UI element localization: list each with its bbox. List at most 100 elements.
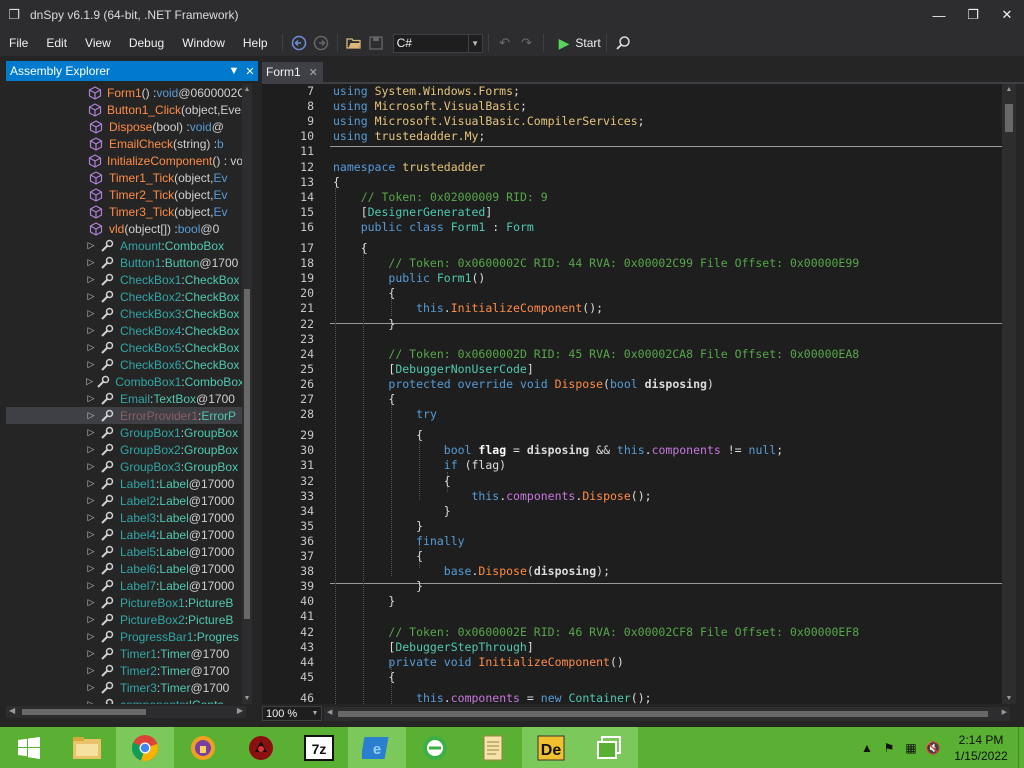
menu-debug[interactable]: Debug	[120, 30, 173, 56]
menu-file[interactable]: File	[0, 30, 37, 56]
expand-arrow-icon[interactable]: ▷	[86, 580, 96, 591]
tree-item[interactable]: ▷ Label6 : Label @17000	[6, 560, 244, 577]
tree-item[interactable]: InitializeComponent() : void	[6, 152, 244, 169]
tree-item[interactable]: ▷ Email : TextBox @1700	[6, 390, 244, 407]
code-line[interactable]: 29 {	[262, 428, 1002, 443]
panel-menu-icon[interactable]: ▼	[226, 65, 242, 77]
code-line[interactable]: 37 {	[262, 549, 1002, 564]
expand-arrow-icon[interactable]: ▷	[86, 393, 96, 404]
tree-item[interactable]: ▷ GroupBox1 : GroupBox	[6, 424, 244, 441]
expand-arrow-icon[interactable]: ▷	[86, 495, 96, 506]
expand-arrow-icon[interactable]: ▷	[86, 410, 96, 421]
expand-arrow-icon[interactable]: ▷	[86, 240, 96, 251]
tree-item[interactable]: Form1() : void @0600002C	[6, 84, 244, 101]
tree-item[interactable]: ▷ GroupBox2 : GroupBox	[6, 441, 244, 458]
menu-window[interactable]: Window	[173, 30, 234, 56]
tree-item[interactable]: ▷ ErrorProvider1 : ErrorP	[6, 407, 244, 424]
expand-arrow-icon[interactable]: ▷	[86, 444, 96, 455]
tree-item[interactable]: ▷ CheckBox6 : CheckBox	[6, 356, 244, 373]
scroll-thumb[interactable]	[338, 710, 988, 717]
windows-start-icon[interactable]	[0, 727, 58, 768]
expand-arrow-icon[interactable]: ▷	[86, 308, 96, 319]
editor-horizontal-scrollbar[interactable]: ◀ ▶	[324, 706, 1010, 721]
tree-item[interactable]: Button1_Click(object, EventArgs	[6, 101, 244, 118]
code-line[interactable]: 45 {	[262, 670, 1002, 685]
code-line[interactable]: 34 }	[262, 504, 1002, 519]
code-line[interactable]: 24 // Token: 0x0600002D RID: 45 RVA: 0x0…	[262, 347, 1002, 362]
save-icon[interactable]	[365, 32, 387, 54]
code-line[interactable]: 7 using System.Windows.Forms;	[262, 84, 1002, 99]
code-line[interactable]: 26 protected override void Dispose(bool …	[262, 377, 1002, 392]
dnspy-taskbar-icon[interactable]: De	[522, 727, 580, 768]
close-tab-icon[interactable]: ✕	[309, 66, 318, 79]
navigate-back-icon[interactable]	[288, 32, 310, 54]
7zip-icon[interactable]: 7z	[290, 727, 348, 768]
explorer-vertical-scrollbar[interactable]: ▲ ▼	[242, 84, 252, 704]
scroll-left-icon[interactable]: ◀	[9, 706, 15, 715]
tree-item[interactable]: Timer2_Tick (object, Ev	[6, 186, 244, 203]
tree-item[interactable]: ▷ CheckBox4 : CheckBox	[6, 322, 244, 339]
expand-arrow-icon[interactable]: ▷	[86, 597, 96, 608]
chevron-up-icon[interactable]: ▲	[856, 741, 878, 755]
scroll-thumb[interactable]	[1005, 104, 1013, 132]
maximize-button[interactable]: ❐	[956, 0, 990, 30]
panel-close-icon[interactable]: ✕	[242, 65, 258, 78]
task-view-icon[interactable]	[580, 727, 638, 768]
code-line[interactable]: 16 public class Form1 : Form	[262, 220, 1002, 235]
menu-help[interactable]: Help	[234, 30, 277, 56]
menu-view[interactable]: View	[76, 30, 120, 56]
scroll-up-icon[interactable]: ▲	[242, 86, 252, 93]
network-icon[interactable]: ▦	[900, 741, 922, 755]
tree-item[interactable]: ▷ Label1 : Label @17000	[6, 475, 244, 492]
scroll-thumb[interactable]	[22, 709, 146, 715]
expand-arrow-icon[interactable]: ▷	[86, 512, 96, 523]
tree-item[interactable]: ▷ ProgressBar1 : Progres	[6, 628, 244, 645]
tree-item[interactable]: ▷ Label5 : Label @17000	[6, 543, 244, 560]
expand-arrow-icon[interactable]: ▷	[86, 546, 96, 557]
volume-muted-icon[interactable]: 🔇	[922, 741, 944, 755]
tree-item[interactable]: ▷ Amount : ComboBox	[6, 237, 244, 254]
code-line[interactable]: 41	[262, 609, 1002, 624]
code-line[interactable]: 18 // Token: 0x0600002C RID: 44 RVA: 0x0…	[262, 256, 1002, 271]
expand-arrow-icon[interactable]: ▷	[86, 665, 96, 676]
action-center-flag-icon[interactable]: ⚑	[878, 741, 900, 755]
expand-arrow-icon[interactable]: ▷	[86, 274, 96, 285]
scroll-right-icon[interactable]: ▶	[237, 706, 243, 715]
code-line[interactable]: 43 [DebuggerStepThrough]	[262, 640, 1002, 655]
chevron-down-icon[interactable]: ▼	[309, 710, 321, 717]
tree-item[interactable]: Timer1_Tick (object, Ev	[6, 169, 244, 186]
internet-explorer-icon[interactable]: e	[348, 727, 406, 768]
expand-arrow-icon[interactable]: ▷	[86, 376, 93, 387]
mcafee-icon[interactable]	[232, 727, 290, 768]
code-line[interactable]: 44 private void InitializeComponent()	[262, 655, 1002, 670]
open-folder-icon[interactable]	[343, 32, 365, 54]
tree-item[interactable]: ▷ Label4 : Label @17000	[6, 526, 244, 543]
tree-item[interactable]: ▷ CheckBox5 : CheckBox	[6, 339, 244, 356]
chrome-icon[interactable]	[116, 727, 174, 768]
redo-icon[interactable]: ↷	[516, 32, 538, 54]
dnspy-app-icon[interactable]: ❐	[6, 7, 22, 23]
tree-item[interactable]: ▷ CheckBox1 : CheckBox	[6, 271, 244, 288]
editor-vertical-scrollbar[interactable]: ▲ ▼	[1002, 84, 1016, 704]
code-line[interactable]: 15 [DesignerGenerated]	[262, 205, 1002, 220]
search-icon[interactable]	[612, 32, 634, 54]
expand-arrow-icon[interactable]: ▷	[86, 427, 96, 438]
code-line[interactable]: 23	[262, 332, 1002, 347]
tree-item[interactable]: EmailCheck (string) : b	[6, 135, 244, 152]
scroll-left-icon[interactable]: ◀	[327, 708, 332, 716]
code-line[interactable]: 11	[262, 144, 1002, 159]
code-line[interactable]: 40 }	[262, 594, 1002, 609]
expand-arrow-icon[interactable]: ▷	[86, 682, 96, 693]
tree-item[interactable]: ▷ CheckBox3 : CheckBox	[6, 305, 244, 322]
expand-arrow-icon[interactable]: ▷	[86, 699, 96, 704]
code-line[interactable]: 9 using Microsoft.VisualBasic.CompilerSer…	[262, 114, 1002, 129]
code-line[interactable]: 21 this.InitializeComponent();	[262, 301, 1002, 316]
tree-item[interactable]: Dispose (bool) : void @	[6, 118, 244, 135]
edge-icon[interactable]	[406, 727, 464, 768]
code-line[interactable]: 25 [DebuggerNonUserCode]	[262, 362, 1002, 377]
tree-item[interactable]: vld (object[]) : bool @0	[6, 220, 244, 237]
code-line[interactable]: 36 finally	[262, 534, 1002, 549]
tree-item[interactable]: ▷ Label2 : Label @17000	[6, 492, 244, 509]
code-line[interactable]: 27 {	[262, 392, 1002, 407]
chevron-down-icon[interactable]: ▼	[467, 34, 482, 52]
